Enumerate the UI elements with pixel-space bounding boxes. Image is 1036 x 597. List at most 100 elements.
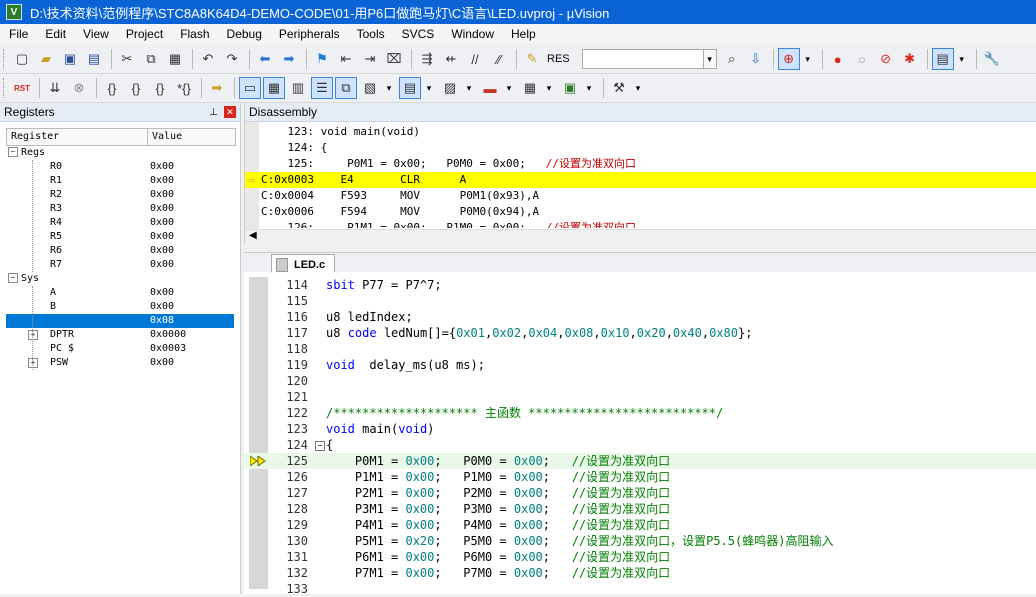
disassembly-window-icon[interactable]: ▦ [263, 77, 285, 99]
disable-breakpoints-icon[interactable]: ⊘ [875, 48, 897, 70]
close-icon[interactable]: ✕ [224, 106, 236, 118]
comment-icon[interactable]: // [464, 48, 486, 70]
register-row[interactable]: R7 0x00 [6, 258, 236, 272]
register-row[interactable]: PC $ 0x0003 [6, 342, 236, 356]
copy-icon[interactable]: ⧉ [140, 48, 162, 70]
toolbox-dropdown[interactable]: ▾ [632, 79, 644, 97]
open-folder-icon[interactable]: ▰ [35, 48, 57, 70]
step-over-icon[interactable]: {} [125, 77, 147, 99]
run-to-cursor-icon[interactable]: *{} [173, 77, 195, 99]
menu-svcs[interactable]: SVCS [393, 24, 443, 44]
disassembly-current-line[interactable]: ⇨ C:0x0003 E4 CLR A [245, 172, 1036, 188]
clear-bookmarks-icon[interactable]: ⌧ [383, 48, 405, 70]
incremental-find-icon[interactable]: ⇩ [745, 48, 767, 70]
fold-collapse-icon[interactable]: − [315, 441, 325, 451]
redo-icon[interactable]: ↷ [221, 48, 243, 70]
paste-icon[interactable]: ▦ [164, 48, 186, 70]
debug-session-dropdown[interactable]: ▾ [802, 50, 814, 68]
editor-line[interactable]: 114 sbit P77 = P7^7; [244, 277, 1036, 293]
register-row[interactable]: + DPTR 0x0000 [6, 328, 236, 342]
trace-window-icon[interactable]: ▦ [519, 77, 541, 99]
prev-bookmark-icon[interactable]: ⇤ [335, 48, 357, 70]
editor-line[interactable]: 119 void delay_ms(u8 ms); [244, 357, 1036, 373]
editor-line[interactable]: 115 [244, 293, 1036, 309]
menu-help[interactable]: Help [502, 24, 544, 44]
editor-line[interactable]: 129 P4M1 = 0x00; P4M0 = 0x00; //设置为准双向口 [244, 517, 1036, 533]
collapse-icon[interactable]: − [8, 273, 18, 283]
configure-icon[interactable]: 🔧 [981, 48, 1003, 70]
res-label[interactable]: RES [547, 53, 570, 65]
find-in-files-icon[interactable]: ✎ [521, 48, 543, 70]
register-row[interactable]: R1 0x00 [6, 174, 236, 188]
bookmark-icon[interactable]: ⚑ [311, 48, 333, 70]
menu-window[interactable]: Window [442, 24, 502, 44]
kill-breakpoints-icon[interactable]: ✱ [899, 48, 921, 70]
toolbox-icon[interactable]: ⚒ [608, 77, 630, 99]
editor-line[interactable]: 128 P3M1 = 0x00; P3M0 = 0x00; //设置为准双向口 [244, 501, 1036, 517]
unindent-icon[interactable]: ⇷ [440, 48, 462, 70]
editor-line[interactable]: 117 u8 code ledNum[]={0x01,0x02,0x04,0x08… [244, 325, 1036, 341]
find-icon[interactable]: ⌕ [721, 48, 743, 70]
enable-breakpoint-icon[interactable]: ○ [851, 48, 873, 70]
call-stack-icon[interactable]: ⧉ [335, 77, 357, 99]
editor-line[interactable]: 130 P5M1 = 0x20; P5M0 = 0x00; //设置为准双向口，… [244, 533, 1036, 549]
window-layout-icon[interactable]: ▤ [931, 48, 954, 70]
disassembly-line[interactable]: 125: P0M1 = 0x00; P0M0 = 0x00; //设置为准双向口 [245, 156, 1036, 172]
disassembly-line[interactable]: C:0x0004 F593 MOV P0M1(0x93),A [245, 188, 1036, 204]
disassembly-line[interactable]: 124: { [245, 140, 1036, 156]
register-row[interactable]: + PSW 0x00 [6, 356, 236, 370]
register-row[interactable]: R6 0x00 [6, 244, 236, 258]
undo-icon[interactable]: ↶ [197, 48, 219, 70]
editor-line[interactable]: 118 [244, 341, 1036, 357]
analysis-window-dropdown[interactable]: ▾ [503, 79, 515, 97]
editor-line[interactable]: 131 P6M1 = 0x00; P6M0 = 0x00; //设置为准双向口 [244, 549, 1036, 565]
register-group[interactable]: − Sys [6, 272, 236, 286]
run-icon[interactable]: ⇊ [44, 77, 66, 99]
debug-session-icon[interactable]: ⊕ [777, 48, 800, 70]
register-row[interactable]: R5 0x00 [6, 230, 236, 244]
menu-tools[interactable]: Tools [348, 24, 393, 44]
register-row[interactable]: R2 0x00 [6, 188, 236, 202]
collapse-icon[interactable]: − [8, 147, 18, 157]
editor-line[interactable]: 127 P2M1 = 0x00; P2M0 = 0x00; //设置为准双向口 [244, 485, 1036, 501]
editor-line[interactable]: 121 [244, 389, 1036, 405]
editor-line[interactable]: 132 P7M1 = 0x00; P7M0 = 0x00; //设置为准双向口 [244, 565, 1036, 581]
find-combo-dropdown[interactable]: ▾ [703, 49, 717, 69]
step-out-icon[interactable]: {} [149, 77, 171, 99]
pin-icon[interactable]: ⊥ [209, 107, 218, 118]
indent-icon[interactable]: ⇶ [416, 48, 438, 70]
system-viewer-icon[interactable]: ▣ [559, 77, 581, 99]
code-editor[interactable]: 114 sbit P77 = P7^7; 115 116 u8 ledIndex; 117… [244, 272, 1036, 596]
menu-flash[interactable]: Flash [171, 24, 217, 44]
editor-line[interactable]: 126 P1M1 = 0x00; P1M0 = 0x00; //设置为准双向口 [244, 469, 1036, 485]
menu-peripherals[interactable]: Peripherals [270, 24, 348, 44]
save-all-icon[interactable]: ▤ [83, 48, 105, 70]
trace-window-dropdown[interactable]: ▾ [543, 79, 555, 97]
serial-window-dropdown[interactable]: ▾ [463, 79, 475, 97]
find-combo[interactable] [581, 49, 704, 69]
register-row[interactable]: R0 0x00 [6, 160, 236, 174]
register-row[interactable]: R3 0x00 [6, 202, 236, 216]
menu-file[interactable]: File [0, 24, 36, 44]
cut-icon[interactable]: ✂ [116, 48, 138, 70]
scroll-left-icon[interactable]: ◀ [249, 230, 257, 241]
editor-current-line[interactable]: 125 P0M1 = 0x00; P0M0 = 0x00; //设置为准双向口 [244, 453, 1036, 469]
serial-window-icon[interactable]: ▨ [439, 77, 461, 99]
menu-edit[interactable]: Edit [36, 24, 74, 44]
editor-line[interactable]: 124−{ [244, 437, 1036, 453]
menu-project[interactable]: Project [117, 24, 171, 44]
disassembly-line[interactable]: C:0x0006 F594 MOV P0M0(0x94),A [245, 204, 1036, 220]
navigate-back-icon[interactable]: ⬅ [254, 48, 276, 70]
insert-breakpoint-icon[interactable]: ● [827, 48, 849, 70]
editor-line[interactable]: 122 /******************** 主函数 ***********… [244, 405, 1036, 421]
expand-icon[interactable]: + [28, 330, 38, 340]
symbols-window-icon[interactable]: ▥ [287, 77, 309, 99]
system-viewer-dropdown[interactable]: ▾ [583, 79, 595, 97]
toolbar-grip[interactable] [3, 49, 7, 69]
editor-line[interactable]: 120 [244, 373, 1036, 389]
analysis-window-icon[interactable]: ▬ [479, 77, 501, 99]
show-next-statement-icon[interactable]: ➡ [206, 77, 228, 99]
save-icon[interactable]: ▣ [59, 48, 81, 70]
register-column-header[interactable]: Register [7, 129, 148, 145]
uncomment-icon[interactable]: ∕∕ [488, 48, 510, 70]
